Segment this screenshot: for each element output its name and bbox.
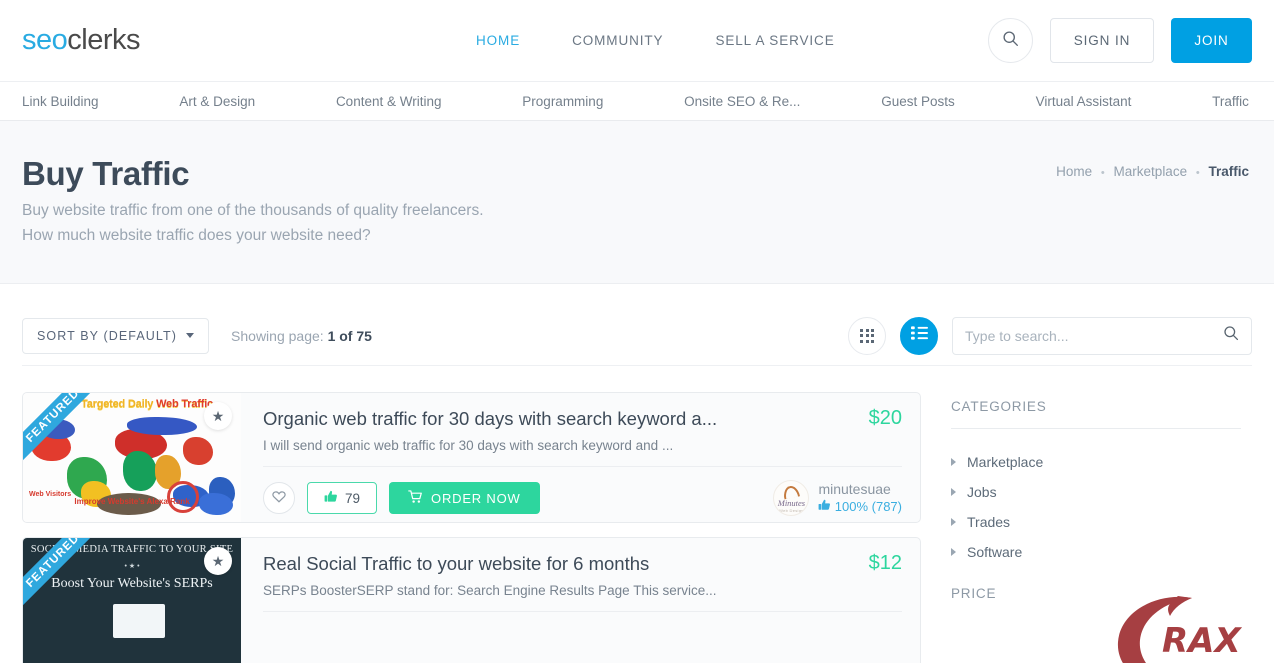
seller-info[interactable]: Minutes Web Design minutesuae 100% (787) [773,480,902,516]
sort-by-dropdown[interactable]: SORT BY (DEFAULT) [22,317,210,354]
order-now-button[interactable]: ORDER NOW [389,482,540,514]
nav-item-sell-a-service[interactable]: SELL A SERVICE [715,33,834,48]
page-title: Buy Traffic [22,155,190,192]
thumbs-up-icon [818,499,834,514]
thumbnail-decoration [113,604,165,638]
grid-view-button[interactable] [848,316,886,355]
thumbnail-sub-text: Improve Website's Alexa Rank [74,497,190,506]
header-search-button[interactable] [988,18,1033,63]
main-content: SORT BY (DEFAULT) Showing page: 1 of 75 [0,284,1274,663]
listing-description: SERPs BoosterSERP stand for: Search Engi… [263,583,902,612]
nav-item-community[interactable]: COMMUNITY [572,33,663,48]
like-count: 79 [345,490,361,506]
heart-icon [272,490,286,506]
results-search-box[interactable] [952,316,1252,355]
thumbnail-sub-text: Boost Your Website's SERPs [51,576,213,591]
listing-card[interactable]: SOCIAL MEDIA TRAFFIC TO YOUR SITE • ★ • … [22,537,921,663]
sidebar-item-marketplace[interactable]: Marketplace [951,447,1241,477]
catnav-item-traffic[interactable]: Traffic [1212,94,1249,109]
chevron-right-icon [951,548,956,556]
grid-view-icon [860,328,874,343]
sidebar-item-trades[interactable]: Trades [951,507,1241,537]
showing-page-value: 1 of 75 [327,327,372,344]
sidebar-item-label: Jobs [967,484,997,500]
listing-card[interactable]: Targeted Daily Web Traffic Web Visitors … [22,392,921,523]
avatar-sub-text: Web Design [779,508,804,513]
list-view-icon [910,326,928,345]
avatar: Minutes Web Design [773,480,810,516]
chevron-right-icon [951,488,956,496]
sidebar-item-software[interactable]: Software [951,537,1241,567]
catnav-item-content-writing[interactable]: Content & Writing [336,94,442,109]
listing-description: I will send organic web traffic for 30 d… [263,438,902,467]
category-navigation: Link Building Art & Design Content & Wri… [0,81,1274,121]
site-logo[interactable]: seoclerks [22,24,140,57]
order-now-label: ORDER NOW [431,490,521,506]
search-input[interactable] [965,327,1223,344]
like-count-button[interactable]: 79 [307,482,378,514]
listing-title[interactable]: Organic web traffic for 30 days with sea… [263,407,869,431]
showing-page-status: Showing page: 1 of 75 [231,328,372,344]
listing-price: $20 [868,407,902,429]
site-header: seoclerks HOME COMMUNITY SELL A SERVICE … [0,0,1274,81]
search-icon [1002,30,1019,52]
chevron-down-icon [186,333,195,338]
breadcrumb-home[interactable]: Home [1056,164,1092,179]
page-hero: Buy Traffic Buy website traffic from one… [0,121,1274,284]
nav-item-home[interactable]: HOME [476,33,520,48]
star-icon: ★ [211,407,225,424]
catnav-item-onsite-seo[interactable]: Onsite SEO & Re... [684,94,800,109]
sign-in-button[interactable]: SIGN IN [1050,18,1154,63]
sidebar-item-jobs[interactable]: Jobs [951,477,1241,507]
catnav-item-guest-posts[interactable]: Guest Posts [881,94,955,109]
list-view-button[interactable] [900,316,938,355]
seller-rating-value: 100% (787) [834,498,902,514]
breadcrumb-marketplace[interactable]: Marketplace [1114,164,1188,179]
sidebar-item-label: Trades [967,514,1011,530]
favorite-star-button[interactable]: ★ [204,547,232,575]
catnav-item-link-building[interactable]: Link Building [22,94,99,109]
chevron-right-icon [951,458,956,466]
catnav-item-virtual-assistant[interactable]: Virtual Assistant [1036,94,1132,109]
join-button[interactable]: JOIN [1171,18,1252,63]
logo-text-clerks: clerks [67,24,140,56]
chevron-right-icon [951,518,956,526]
listings-list: Targeted Daily Web Traffic Web Visitors … [22,392,921,663]
categories-heading: CATEGORIES [951,399,1241,429]
add-to-favorites-button[interactable] [263,482,295,514]
breadcrumb-current: Traffic [1208,164,1249,179]
filters-sidebar: CATEGORIES Marketplace Jobs Trades Softw… [951,392,1241,663]
seller-rating: 100% (787) [818,498,902,516]
showing-page-label: Showing page: [231,327,324,344]
page-subtitle-line1: Buy website traffic from one of the thou… [22,202,484,219]
star-icon: ★ [211,552,225,569]
catnav-item-art-design[interactable]: Art & Design [179,94,255,109]
seller-name[interactable]: minutesuae [818,481,902,498]
breadcrumb: Home • Marketplace • Traffic [1056,164,1249,179]
favorite-star-button[interactable]: ★ [204,402,232,430]
breadcrumb-separator: • [1195,167,1200,179]
thumbs-up-icon [324,490,338,506]
sidebar-item-label: Software [967,544,1023,560]
sort-by-label: SORT BY (DEFAULT) [37,328,178,343]
header-actions: SIGN IN JOIN [988,18,1252,63]
catnav-item-programming[interactable]: Programming [522,94,603,109]
cart-icon [408,489,423,507]
price-heading: PRICE [951,586,997,601]
results-toolbar: SORT BY (DEFAULT) Showing page: 1 of 75 [22,284,1252,366]
main-navigation: HOME COMMUNITY SELL A SERVICE [476,33,835,48]
page-subtitle-line2: How much website traffic does your websi… [22,227,371,244]
logo-text-seo: seo [22,24,68,56]
search-icon[interactable] [1223,325,1239,346]
listing-thumbnail[interactable]: Targeted Daily Web Traffic Web Visitors … [23,393,241,522]
thumb-title-a: Targeted Daily [81,398,157,410]
sidebar-item-label: Marketplace [967,454,1044,470]
breadcrumb-separator: • [1100,167,1105,179]
thumb-title-b: Web Traffic [156,398,213,410]
listing-title[interactable]: Real Social Traffic to your website for … [263,552,869,576]
avatar-script-text: Minutes [777,498,806,508]
listing-price: $12 [868,552,902,574]
listing-thumbnail[interactable]: SOCIAL MEDIA TRAFFIC TO YOUR SITE • ★ • … [23,538,241,663]
